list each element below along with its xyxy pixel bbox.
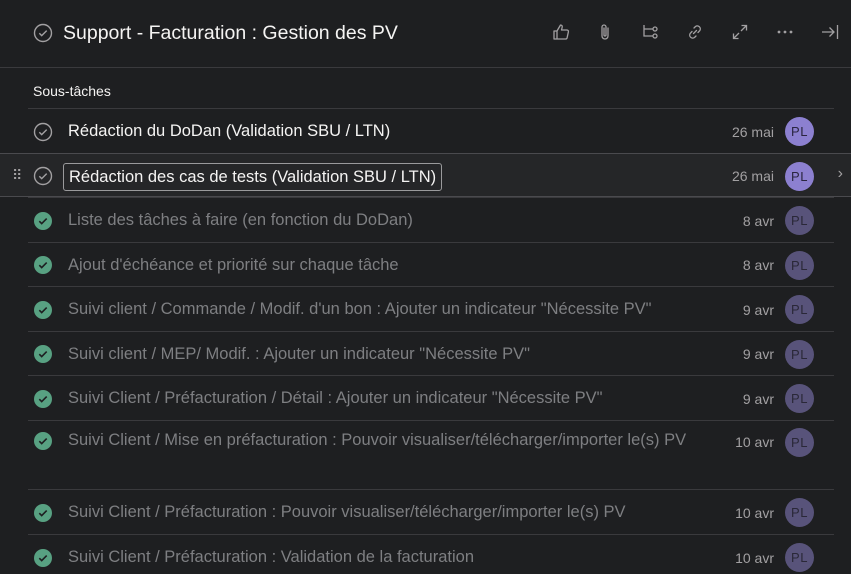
- subtask-name[interactable]: Rédaction des cas de tests (Validation S…: [63, 163, 443, 191]
- subtask-name[interactable]: Suivi Client / Préfacturation : Pouvoir …: [68, 499, 718, 525]
- task-header: Support - Facturation : Gestion des PV: [0, 0, 851, 68]
- due-date[interactable]: 8 avr: [743, 213, 774, 229]
- assignee-avatar[interactable]: PL: [785, 384, 814, 413]
- assignee-avatar[interactable]: PL: [785, 117, 814, 146]
- assignee-avatar[interactable]: PL: [785, 206, 814, 235]
- due-date[interactable]: 26 mai: [732, 168, 774, 184]
- assignee-avatar[interactable]: PL: [785, 498, 814, 527]
- due-date[interactable]: 9 avr: [743, 302, 774, 318]
- assignee-avatar[interactable]: PL: [785, 251, 814, 280]
- subtask-row[interactable]: Suivi client / Commande / Modif. d'un bo…: [28, 286, 834, 331]
- subtask-name[interactable]: Rédaction du DoDan (Validation SBU / LTN…: [68, 118, 390, 144]
- expand-icon[interactable]: [729, 21, 751, 43]
- due-date[interactable]: 9 avr: [743, 346, 774, 362]
- subtask-name[interactable]: Suivi client / MEP/ Modif. : Ajouter un …: [68, 341, 718, 367]
- close-panel-icon[interactable]: [819, 21, 841, 43]
- subtask-name[interactable]: Liste des tâches à faire (en fonction du…: [68, 207, 718, 233]
- completed-check-icon[interactable]: [33, 255, 53, 275]
- subtask-row[interactable]: Suivi Client / Mise en préfacturation : …: [28, 420, 834, 489]
- completed-check-icon[interactable]: [33, 389, 53, 409]
- task-title[interactable]: Support - Facturation : Gestion des PV: [63, 22, 398, 45]
- attachment-icon[interactable]: [594, 21, 616, 43]
- completed-check-icon[interactable]: [33, 344, 53, 364]
- link-icon[interactable]: [684, 21, 706, 43]
- due-date[interactable]: 10 avr: [735, 550, 774, 566]
- completed-check-icon[interactable]: [33, 548, 53, 568]
- completed-check-icon[interactable]: [33, 300, 53, 320]
- due-date[interactable]: 10 avr: [735, 434, 774, 450]
- assignee-avatar[interactable]: PL: [785, 162, 814, 191]
- completed-check-icon[interactable]: [33, 431, 53, 451]
- completed-check-icon[interactable]: [33, 503, 53, 523]
- due-date[interactable]: 10 avr: [735, 505, 774, 521]
- subtask-row[interactable]: Suivi client / MEP/ Modif. : Ajouter un …: [28, 331, 834, 375]
- like-icon[interactable]: [550, 21, 572, 43]
- due-date[interactable]: 9 avr: [743, 391, 774, 407]
- completed-check-icon[interactable]: [33, 211, 53, 231]
- mark-complete-icon[interactable]: [33, 23, 53, 48]
- subtask-row[interactable]: Suivi Client / Préfacturation / Détail :…: [28, 375, 834, 420]
- due-date[interactable]: 26 mai: [732, 124, 774, 140]
- subtask-row[interactable]: Suivi Client / Préfacturation : Pouvoir …: [28, 489, 834, 534]
- assignee-avatar[interactable]: PL: [785, 340, 814, 369]
- subtask-name[interactable]: Suivi Client / Mise en préfacturation : …: [68, 427, 718, 453]
- subtask-name[interactable]: Suivi client / Commande / Modif. d'un bo…: [68, 296, 718, 322]
- subtask-name[interactable]: Suivi Client / Préfacturation / Détail :…: [68, 385, 718, 411]
- assignee-avatar[interactable]: PL: [785, 295, 814, 324]
- subtask-name[interactable]: Suivi Client / Préfacturation : Validati…: [68, 544, 718, 570]
- drag-handle-icon[interactable]: ⠿: [12, 167, 22, 184]
- subtasks-section-label: Sous-tâches: [33, 83, 111, 99]
- subtask-icon[interactable]: [639, 21, 661, 43]
- more-icon[interactable]: [774, 21, 796, 43]
- subtask-row[interactable]: ⠿ Rédaction des cas de tests (Validation …: [0, 153, 851, 197]
- subtask-row[interactable]: Ajout d'échéance et priorité sur chaque …: [28, 242, 834, 286]
- subtask-name[interactable]: Ajout d'échéance et priorité sur chaque …: [68, 252, 718, 278]
- assignee-avatar[interactable]: PL: [785, 543, 814, 572]
- assignee-avatar[interactable]: PL: [785, 428, 814, 457]
- subtask-row[interactable]: Liste des tâches à faire (en fonction du…: [28, 197, 834, 242]
- subtask-row[interactable]: Rédaction du DoDan (Validation SBU / LTN…: [28, 108, 834, 153]
- check-icon[interactable]: [33, 166, 53, 186]
- chevron-right-icon[interactable]: ›: [838, 165, 843, 183]
- subtask-row[interactable]: Suivi Client / Préfacturation : Validati…: [28, 534, 834, 574]
- check-icon[interactable]: [33, 122, 53, 142]
- due-date[interactable]: 8 avr: [743, 257, 774, 273]
